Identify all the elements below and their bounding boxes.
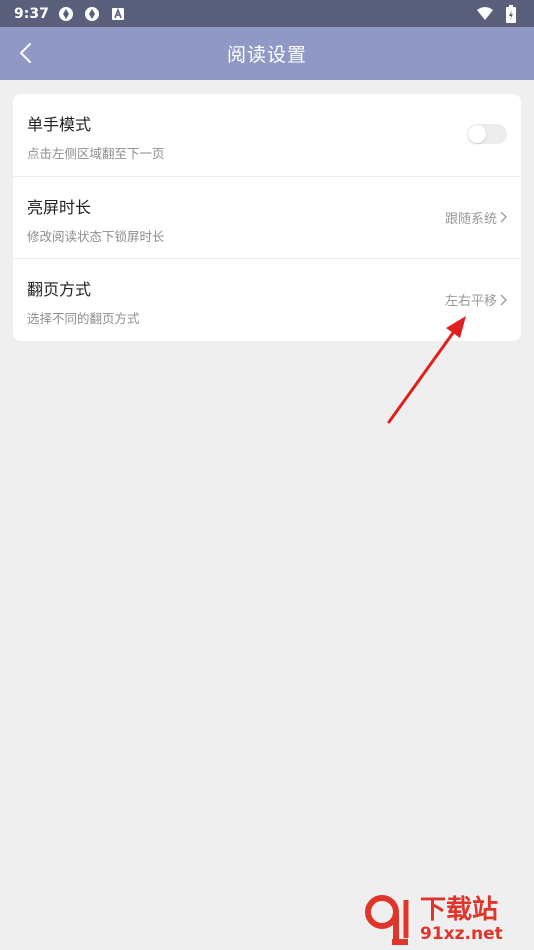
setting-subtitle: 修改阅读状态下锁屏时长 <box>27 228 165 244</box>
setting-title: 翻页方式 <box>27 280 92 299</box>
watermark-logo-icon <box>365 895 409 945</box>
setting-subtitle: 选择不同的翻页方式 <box>27 311 140 326</box>
chevron-right-icon <box>500 211 507 223</box>
watermark-brand: 下载站 <box>420 895 499 925</box>
battery-icon <box>502 4 520 23</box>
status-right <box>476 4 520 23</box>
page-title: 阅读设置 <box>226 44 307 66</box>
setting-subtitle: 点击左侧区域翻至下一页 <box>27 146 165 161</box>
watermark-text: 下载站 91xz.net <box>420 896 503 944</box>
setting-title: 亮屏时长 <box>27 197 92 217</box>
chevron-right-icon <box>500 294 507 305</box>
settings-card: 单手模式 点击左侧区域翻至下一页 亮屏时长 修改阅读状态下锁屏时长 跟随系统 翻… <box>13 94 521 341</box>
app-bar: 阅读设置 <box>0 27 534 80</box>
wifi-icon <box>476 5 494 23</box>
sync-icon <box>83 5 101 23</box>
setting-screen-timeout[interactable]: 亮屏时长 修改阅读状态下锁屏时长 跟随系统 <box>13 177 521 259</box>
setting-value: 跟随系统 <box>445 208 507 227</box>
watermark-site: 91xz.net <box>420 924 503 944</box>
app-notification-icon <box>109 5 127 23</box>
status-bar: 9:37 <box>0 0 534 27</box>
setting-value-text: 左右平移 <box>444 294 497 309</box>
chevron-left-icon <box>20 43 31 63</box>
setting-one-hand-mode[interactable]: 单手模式 点击左侧区域翻至下一页 <box>13 94 521 177</box>
setting-title: 单手模式 <box>27 115 92 134</box>
sync-icon <box>57 5 75 23</box>
annotation-arrow-icon <box>387 316 466 424</box>
watermark: 下载站 91xz.net <box>362 892 530 948</box>
setting-value-text: 跟随系统 <box>444 211 497 227</box>
back-button[interactable] <box>12 39 40 67</box>
status-left: 9:37 <box>14 5 127 23</box>
status-time: 9:37 <box>14 5 49 22</box>
setting-value: 左右平移 <box>445 290 507 309</box>
toggle-knob <box>468 125 486 143</box>
one-hand-mode-toggle[interactable] <box>467 124 507 144</box>
